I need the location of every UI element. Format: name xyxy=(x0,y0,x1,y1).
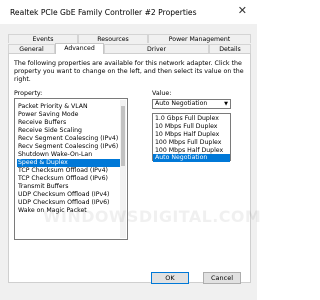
property-item[interactable]: Receive Side Scaling xyxy=(17,127,122,135)
title-bar: Realtek PCIe GbE Family Controller #2 Pr… xyxy=(0,0,257,24)
close-icon[interactable]: ✕ xyxy=(238,5,247,16)
ok-button[interactable]: OK xyxy=(151,272,189,284)
property-item[interactable]: Receive Buffers xyxy=(17,119,122,127)
watermark: WINDOWSDIGITAL.COM xyxy=(43,207,262,226)
chevron-down-icon[interactable]: ▼ xyxy=(224,100,228,108)
value-option[interactable]: 10 Mbps Half Duplex xyxy=(153,131,230,139)
property-item[interactable]: UDP Checksum Offload (IPv6) xyxy=(17,199,122,207)
value-option[interactable]: 10 Mbps Full Duplex xyxy=(153,123,230,131)
value-select-current: Auto Negotiation xyxy=(155,100,208,107)
property-item[interactable]: Packet Priority & VLAN xyxy=(17,103,122,111)
cancel-button[interactable]: Cancel xyxy=(203,272,241,284)
property-item-selected[interactable]: Speed & Duplex xyxy=(17,159,122,167)
tab-events[interactable]: Events xyxy=(8,34,78,43)
tab-details[interactable]: Details xyxy=(209,44,251,53)
value-option-highlighted[interactable]: Auto Negotiation xyxy=(153,154,230,162)
property-item[interactable]: UDP Checksum Offload (IPv4) xyxy=(17,191,122,199)
property-label: Property: xyxy=(14,90,43,97)
property-item[interactable]: Recv Segment Coalescing (IPv4) xyxy=(17,135,122,143)
property-item[interactable]: Transmit Buffers xyxy=(17,183,122,191)
value-select[interactable]: Auto Negotiation ▼ xyxy=(152,99,231,109)
property-item[interactable]: TCP Checksum Offload (IPv4) xyxy=(17,167,122,175)
scrollbar-thumb[interactable] xyxy=(121,106,125,166)
tab-general[interactable]: General xyxy=(8,44,55,53)
window-title: Realtek PCIe GbE Family Controller #2 Pr… xyxy=(10,8,197,17)
property-item[interactable]: TCP Checksum Offload (IPv6) xyxy=(17,175,122,183)
value-option[interactable]: 1.0 Gbps Full Duplex xyxy=(153,115,230,123)
value-dropdown-list[interactable]: 1.0 Gbps Full Duplex 10 Mbps Full Duplex… xyxy=(152,113,231,162)
description-text: The following properties are available f… xyxy=(14,60,244,83)
property-item[interactable]: Recv Segment Coalescing (IPv6) xyxy=(17,143,122,151)
tab-advanced[interactable]: Advanced xyxy=(55,43,104,54)
tab-strip: Events Resources Power Management Genera… xyxy=(8,34,251,54)
tab-power-management[interactable]: Power Management xyxy=(148,34,251,43)
tab-resources[interactable]: Resources xyxy=(78,34,148,43)
property-item[interactable]: Shutdown Wake-On-Lan xyxy=(17,151,122,159)
tab-driver[interactable]: Driver xyxy=(104,44,209,53)
property-item[interactable]: Power Saving Mode xyxy=(17,111,122,119)
properties-dialog: Realtek PCIe GbE Family Controller #2 Pr… xyxy=(0,0,261,300)
value-label: Value: xyxy=(152,90,172,97)
value-option[interactable]: 100 Mbps Full Duplex xyxy=(153,139,230,147)
